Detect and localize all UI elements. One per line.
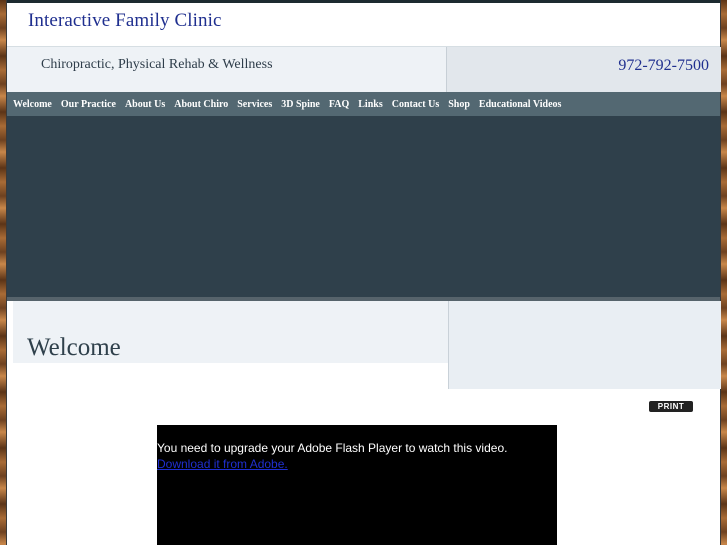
nav-item-educational-videos[interactable]: Educational Videos (474, 99, 566, 110)
welcome-header: Welcome (13, 301, 721, 389)
nav-item-shop[interactable]: Shop (444, 99, 475, 110)
tagline-row: Chiropractic, Physical Rehab & Wellness … (7, 47, 721, 92)
tagline: Chiropractic, Physical Rehab & Wellness (41, 57, 273, 72)
nav-item-contact-us[interactable]: Contact Us (387, 99, 444, 110)
content-area (9, 363, 448, 389)
title-bar: Interactive Family Clinic (7, 3, 720, 47)
nav-item-3d-spine[interactable]: 3D Spine (277, 99, 325, 110)
hero-banner (7, 116, 720, 297)
nav-item-links[interactable]: Links (354, 99, 387, 110)
page-title: Welcome (27, 334, 121, 361)
nav-item-welcome[interactable]: Welcome (7, 99, 56, 110)
phone-box: 972-792-7500 (446, 47, 721, 92)
nav-item-faq[interactable]: FAQ (324, 99, 353, 110)
print-button[interactable]: PRINT (649, 401, 693, 412)
nav-item-services[interactable]: Services (233, 99, 277, 110)
video-player[interactable]: You need to upgrade your Adobe Flash Pla… (157, 425, 557, 545)
phone-number: 972-792-7500 (618, 57, 709, 74)
flash-upgrade-message: You need to upgrade your Adobe Flash Pla… (157, 441, 508, 455)
nav-item-about-chiro[interactable]: About Chiro (170, 99, 233, 110)
nav-item-our-practice[interactable]: Our Practice (56, 99, 120, 110)
main-nav: Welcome Our Practice About Us About Chir… (7, 92, 720, 116)
nav-item-about-us[interactable]: About Us (120, 99, 169, 110)
sidebar-panel (448, 301, 721, 389)
download-flash-link[interactable]: Download it from Adobe. (157, 457, 288, 471)
clinic-name[interactable]: Interactive Family Clinic (28, 10, 222, 32)
page-shell: Interactive Family Clinic Chiropractic, … (7, 0, 721, 545)
